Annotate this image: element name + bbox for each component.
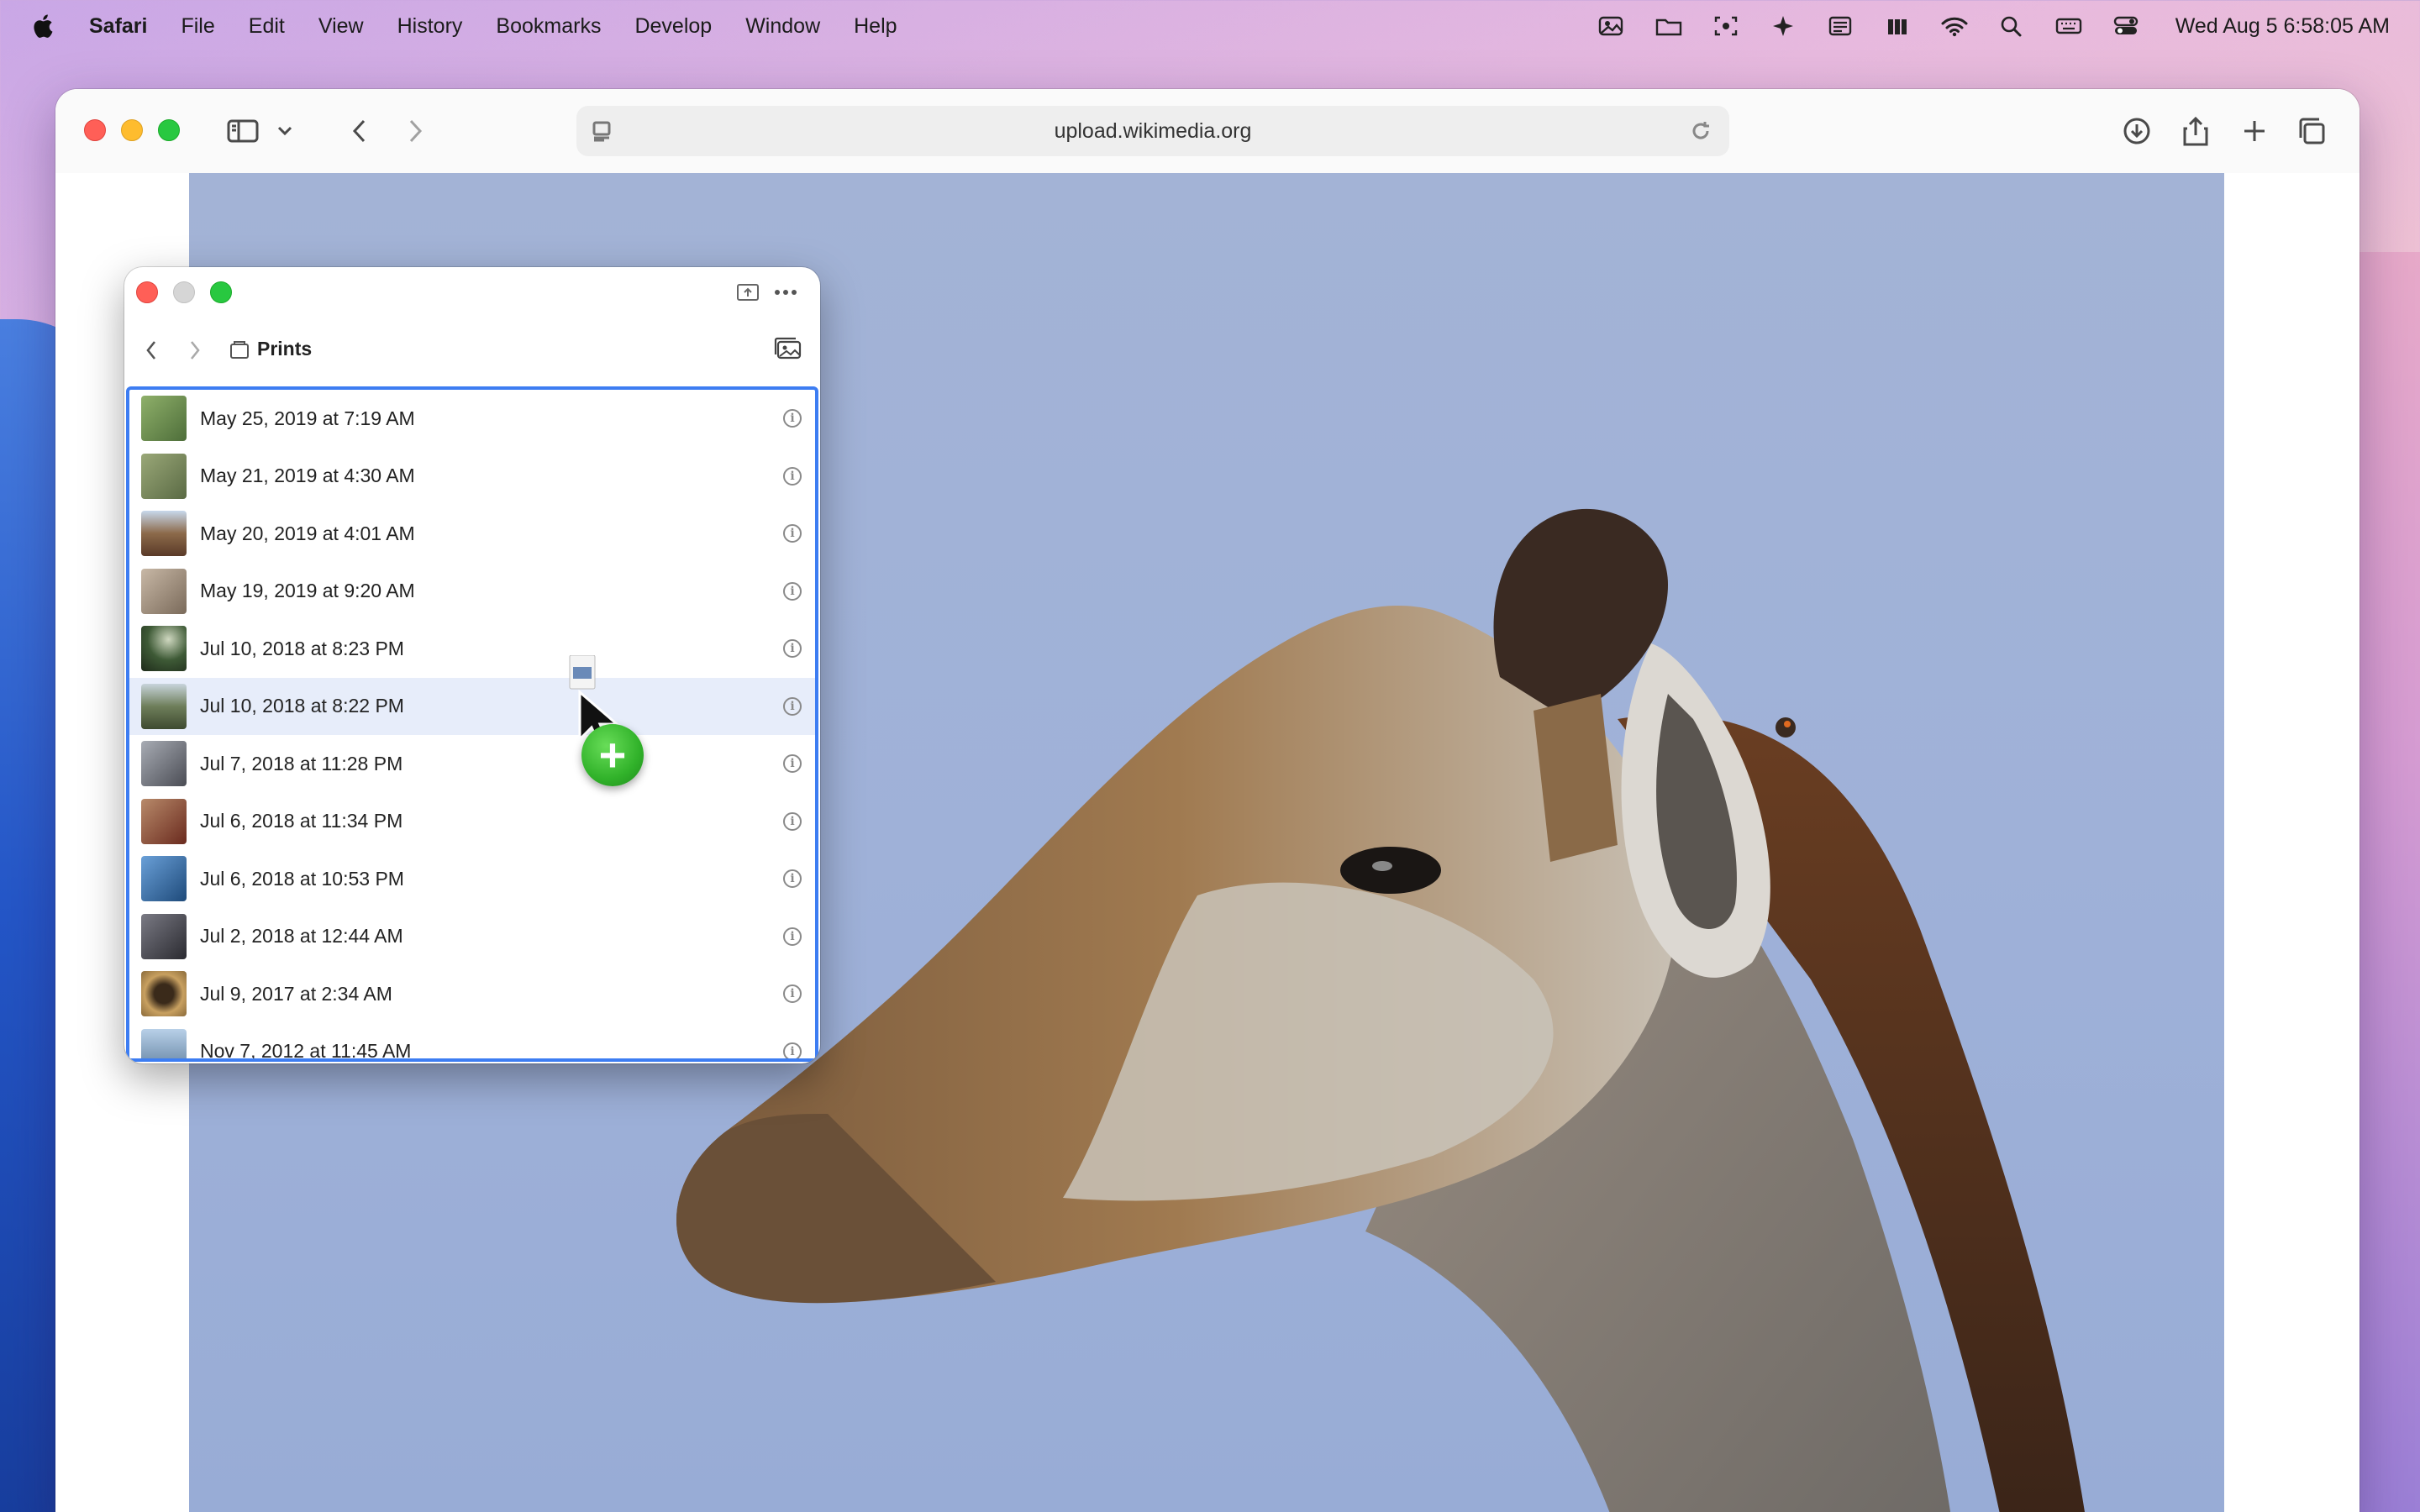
picker-back-icon[interactable] (145, 339, 158, 365)
list-item[interactable]: May 19, 2019 at 9:20 AM i (129, 563, 815, 621)
info-icon[interactable]: i (783, 1042, 802, 1058)
address-text[interactable]: upload.wikimedia.org (576, 119, 1729, 144)
menu-window[interactable]: Window (745, 14, 820, 39)
address-bar[interactable]: upload.wikimedia.org (576, 106, 1729, 156)
photo-thumbnail (141, 971, 187, 1017)
list-item[interactable]: May 25, 2019 at 7:19 AM i (129, 390, 815, 448)
photo-date: May 25, 2019 at 7:19 AM (200, 407, 415, 429)
info-icon[interactable]: i (783, 811, 802, 831)
photo-date: May 20, 2019 at 4:01 AM (200, 522, 415, 544)
list-item[interactable]: Jul 6, 2018 at 11:34 PM i (129, 793, 815, 851)
menu-bookmarks[interactable]: Bookmarks (496, 14, 601, 39)
list-item[interactable]: Jul 2, 2018 at 12:44 AM i (129, 908, 815, 966)
info-icon[interactable]: i (783, 696, 802, 716)
picker-close-button[interactable] (136, 281, 158, 303)
search-icon[interactable] (1996, 13, 2028, 39)
menu-app-safari[interactable]: Safari (89, 14, 147, 39)
photo-date: Jul 6, 2018 at 11:34 PM (200, 810, 403, 832)
list-item[interactable]: Jul 7, 2018 at 11:28 PM i (129, 735, 815, 793)
photo-thumbnail (141, 683, 187, 729)
photo-thumbnail (141, 741, 187, 787)
photo-thumbnail (141, 856, 187, 902)
photo-thumbnail (141, 511, 187, 557)
menu-history[interactable]: History (397, 14, 463, 39)
album-icon (229, 339, 250, 364)
reload-icon[interactable] (1684, 113, 1718, 150)
photo-date: May 19, 2019 at 9:20 AM (200, 580, 415, 602)
screenshot-icon[interactable] (1710, 13, 1742, 39)
picker-forward-icon[interactable] (188, 339, 202, 365)
new-tab-icon[interactable] (2235, 113, 2274, 150)
menubar-clock[interactable]: Wed Aug 5 6:58:05 AM (2175, 14, 2390, 39)
info-icon[interactable]: i (783, 524, 802, 543)
photos-library-icon[interactable] (773, 336, 803, 365)
info-icon[interactable]: i (783, 984, 802, 1004)
list-item[interactable]: Nov 7, 2012 at 11:45 AM i (129, 1023, 815, 1062)
close-button[interactable] (84, 119, 106, 141)
photo-date: Jul 9, 2017 at 2:34 AM (200, 982, 392, 1005)
info-icon[interactable]: i (783, 869, 802, 889)
more-icon[interactable] (773, 284, 798, 305)
back-icon[interactable] (343, 113, 376, 150)
photo-date: Jul 7, 2018 at 11:28 PM (200, 752, 403, 774)
folder-icon[interactable] (1653, 13, 1685, 39)
list-item[interactable]: Jul 10, 2018 at 8:23 PM i (129, 620, 815, 678)
info-icon[interactable]: i (783, 639, 802, 659)
photo-list[interactable]: May 25, 2019 at 7:19 AM i May 21, 2019 a… (126, 386, 818, 1062)
picker-minimize-button (173, 281, 195, 303)
info-icon[interactable]: i (783, 754, 802, 774)
photos-icon[interactable] (1596, 13, 1628, 39)
photo-thumbnail (141, 626, 187, 672)
photos-picker-window: Prints May 25, 2019 at 7:19 AM i May 21,… (124, 267, 820, 1063)
menu-develop[interactable]: Develop (634, 14, 712, 39)
photo-thumbnail (141, 913, 187, 959)
keyboard-icon[interactable] (2053, 13, 2085, 39)
drag-copy-badge: + (581, 724, 644, 786)
info-icon[interactable]: i (783, 466, 802, 486)
download-icon[interactable] (2118, 113, 2156, 150)
info-icon[interactable]: i (783, 409, 802, 428)
info-icon[interactable]: i (783, 581, 802, 601)
minimize-button[interactable] (121, 119, 143, 141)
photo-thumbnail (141, 1028, 187, 1058)
tabs-overview-icon[interactable] (2292, 113, 2331, 150)
menu-help[interactable]: Help (854, 14, 897, 39)
photo-date: Jul 2, 2018 at 12:44 AM (200, 925, 403, 948)
photo-date: Jul 10, 2018 at 8:22 PM (200, 695, 404, 717)
menu-bar: Safari File Edit View History Bookmarks … (0, 0, 2420, 52)
photo-date: May 21, 2019 at 4:30 AM (200, 465, 415, 487)
photo-thumbnail (141, 798, 187, 844)
news-icon[interactable] (1824, 13, 1856, 39)
control-center-icon[interactable] (2110, 13, 2142, 39)
sidebar-icon[interactable] (222, 113, 264, 150)
photo-thumbnail (141, 396, 187, 442)
sparkle-icon[interactable] (1767, 13, 1799, 39)
menu-edit[interactable]: Edit (249, 14, 285, 39)
photo-date: Jul 6, 2018 at 10:53 PM (200, 867, 404, 890)
menu-file[interactable]: File (181, 14, 214, 39)
list-item[interactable]: Jul 9, 2017 at 2:34 AM i (129, 965, 815, 1023)
list-item-selected[interactable]: Jul 10, 2018 at 8:22 PM i (129, 677, 815, 735)
picker-title: Prints (257, 338, 313, 360)
wifi-icon[interactable] (1939, 13, 1970, 39)
info-icon[interactable]: i (783, 927, 802, 946)
photo-date: Nov 7, 2012 at 11:45 AM (200, 1040, 412, 1062)
zoom-button[interactable] (158, 119, 180, 141)
photo-thumbnail (141, 568, 187, 614)
list-item[interactable]: Jul 6, 2018 at 10:53 PM i (129, 850, 815, 908)
photo-thumbnail (141, 453, 187, 499)
apple-menu-icon[interactable] (30, 12, 55, 40)
menu-view[interactable]: View (318, 14, 364, 39)
photo-date: Jul 10, 2018 at 8:23 PM (200, 637, 404, 659)
controller-icon[interactable] (1881, 13, 1913, 39)
picker-expand-icon[interactable] (736, 282, 760, 307)
forward-icon[interactable] (398, 113, 432, 150)
list-item[interactable]: May 20, 2019 at 4:01 AM i (129, 505, 815, 563)
list-item[interactable]: May 21, 2019 at 4:30 AM i (129, 448, 815, 506)
share-icon[interactable] (2176, 113, 2215, 150)
picker-nav: Prints (124, 331, 820, 368)
safari-toolbar: upload.wikimedia.org (55, 89, 2360, 173)
chevron-down-icon[interactable] (272, 113, 297, 150)
picker-zoom-button[interactable] (210, 281, 232, 303)
